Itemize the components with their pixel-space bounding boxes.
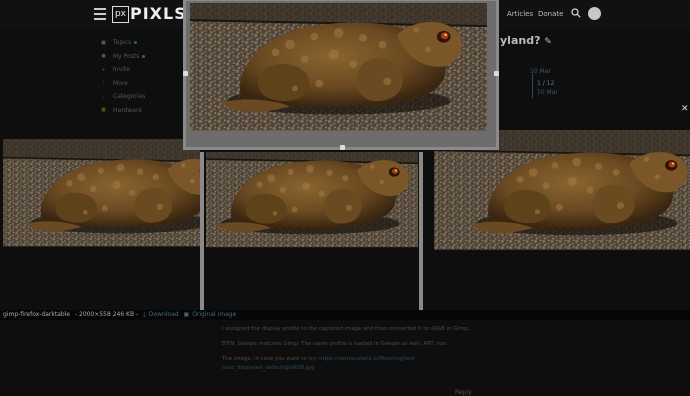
hamburger-menu-icon[interactable] <box>94 8 106 20</box>
nav-articles-link[interactable]: Articles <box>507 10 533 18</box>
resize-handle-left[interactable] <box>183 71 188 76</box>
sidebar-item-label: More <box>113 79 128 87</box>
post-paragraph: toad_displayed_default@sRGB.jpg <box>222 365 314 371</box>
topic-title[interactable]: yland? ✎ <box>500 34 552 47</box>
sidebar-item-topics[interactable]: ■ Topics <box>100 36 180 50</box>
lightbox-close-icon[interactable]: ✕ <box>681 104 689 114</box>
sidebar-item-hardware[interactable]: ■ Hardware <box>100 104 180 118</box>
timeline-start-date[interactable]: 10 Mar <box>530 68 551 75</box>
image-link[interactable]: https://vernacularis.io/files/img/test <box>319 356 415 362</box>
panel-divider <box>419 152 423 310</box>
image-panel-firefox[interactable] <box>206 152 418 310</box>
timeline-end-date[interactable]: 10 Mar <box>537 89 558 96</box>
download-link[interactable]: Download <box>149 311 179 318</box>
reply-button[interactable]: Reply <box>455 389 472 396</box>
post-paragraph: I assigned the display profile to the ca… <box>222 326 470 332</box>
topics-icon: ■ <box>101 39 106 46</box>
edit-pencil-icon[interactable]: ✎ <box>544 37 552 47</box>
original-image-icon[interactable]: ▣ <box>184 311 190 318</box>
download-icon[interactable]: ⤓ <box>143 311 146 318</box>
categories-icon: ⌄ <box>101 93 106 100</box>
sidebar: ■ Topics ● My Posts + Invite ⋮ More ⌄ Categor… <box>100 36 180 117</box>
nav-donate-link[interactable]: Donate <box>538 10 563 18</box>
image-link-continued[interactable]: toad_displayed_default@sRGB.jpg <box>222 365 314 371</box>
user-avatar[interactable] <box>588 7 601 20</box>
post-paragraph: The image, in case you want to try: http… <box>222 356 415 362</box>
image-filename: gimp-firefox-darktable <box>3 311 71 318</box>
magnifier-panel[interactable] <box>183 0 499 150</box>
sidebar-item-label: Topics <box>113 39 132 47</box>
sidebar-item-categories[interactable]: ⌄ Categories <box>100 90 180 104</box>
more-icon: ⋮ <box>101 80 106 87</box>
timeline-scrollbar[interactable] <box>532 74 533 98</box>
sidebar-item-label: Categories <box>113 93 146 101</box>
resize-handle-right[interactable] <box>494 71 499 76</box>
invite-icon: + <box>101 66 106 73</box>
image-info: - 2000×558 246 KB - <box>74 311 139 318</box>
unread-dot <box>142 54 146 58</box>
timeline-progress: 1 / 12 <box>537 80 555 87</box>
search-icon[interactable] <box>571 8 581 18</box>
lightbox-caption-bar: gimp-firefox-darktable - 2000×558 246 KB… <box>0 310 690 320</box>
sidebar-item-more[interactable]: ⋮ More <box>100 77 180 91</box>
sidebar-item-my-posts[interactable]: ● My Posts <box>100 50 180 64</box>
post-paragraph: BTW, Geeqie matches Gimp. The same profi… <box>222 341 448 347</box>
post-text-prefix: The image, in case you want to try: <box>222 356 318 362</box>
original-image-link[interactable]: Original image <box>192 311 236 318</box>
image-panel-gimp[interactable] <box>3 119 200 310</box>
sidebar-item-label: My Posts <box>113 52 140 60</box>
user-icon: ● <box>101 53 106 60</box>
unread-dot <box>134 41 138 45</box>
panel-divider <box>200 152 204 310</box>
sidebar-item-label: Invite <box>113 66 130 74</box>
magnified-image <box>190 3 492 143</box>
site-logo-text[interactable]: PIXLS <box>130 4 187 23</box>
site-logo-mark[interactable]: px <box>112 6 129 23</box>
sidebar-item-label: Hardware <box>113 106 142 114</box>
hardware-icon: ■ <box>101 107 106 114</box>
resize-handle-bottom[interactable] <box>340 145 345 150</box>
sidebar-item-invite[interactable]: + Invite <box>100 63 180 77</box>
